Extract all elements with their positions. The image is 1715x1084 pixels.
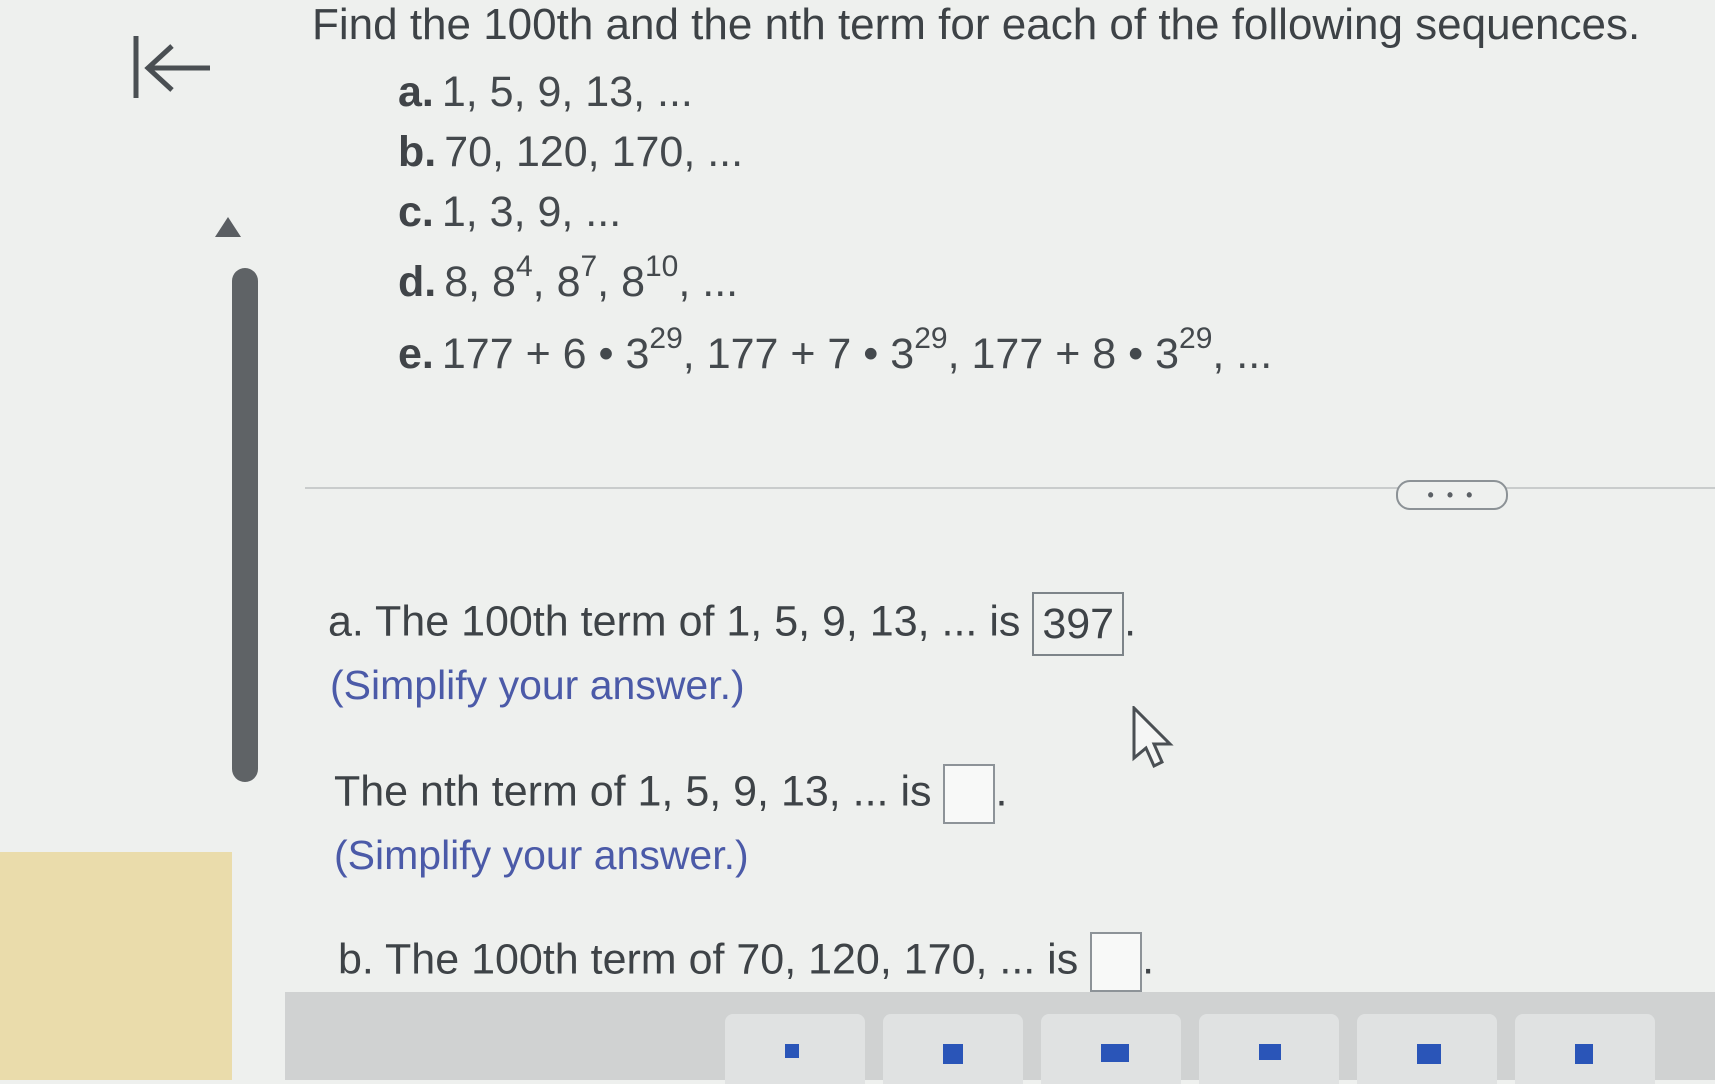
scrollbar[interactable] <box>232 268 258 782</box>
sequence-a: a. 1, 5, 9, 13, ... <box>398 68 693 116</box>
toolbar-glyph-5 <box>1417 1044 1441 1064</box>
sequence-b: b. 70, 120, 170, ... <box>398 128 744 176</box>
question-prompt: Find the 100th and the nth term for each… <box>312 0 1641 49</box>
toolbar-button-5[interactable] <box>1357 1014 1497 1084</box>
toolbar-button-2[interactable] <box>883 1014 1023 1084</box>
answer-a-nth-input[interactable] <box>943 764 996 824</box>
simplify-hint-a-100th: (Simplify your answer.) <box>330 662 745 708</box>
mouse-pointer-icon <box>1130 704 1176 775</box>
toolbar-button-4[interactable] <box>1199 1014 1339 1084</box>
answer-b-100th-input[interactable] <box>1090 932 1143 992</box>
toolbar-glyph-1 <box>785 1044 799 1058</box>
toolbar-glyph-2 <box>943 1044 963 1064</box>
toolbar-glyph-4 <box>1259 1044 1281 1060</box>
toolbar-glyph-6 <box>1575 1044 1593 1064</box>
toolbar-button-1[interactable] <box>725 1014 865 1084</box>
toolbar-button-3[interactable] <box>1041 1014 1181 1084</box>
more-options-button[interactable]: • • • <box>1396 480 1508 510</box>
simplify-hint-a-nth: (Simplify your answer.) <box>334 832 749 878</box>
toolbar-button-6[interactable] <box>1515 1014 1655 1084</box>
toolbar-glyph-3 <box>1101 1044 1129 1062</box>
sequence-d: d. 8, 84, 87, 810, ... <box>398 250 739 307</box>
sequence-c: c. 1, 3, 9, ... <box>398 188 622 236</box>
answer-a-100th: a. The 100th term of 1, 5, 9, 13, ... is… <box>328 592 1136 656</box>
sequence-e: e. 177 + 6 • 329, 177 + 7 • 329, 177 + 8 … <box>398 322 1273 379</box>
sticky-note <box>0 852 232 1080</box>
back-to-start-icon[interactable] <box>128 28 218 108</box>
answer-b-100th: b. The 100th term of 70, 120, 170, ... i… <box>338 932 1154 992</box>
triangle-up-icon[interactable] <box>213 215 243 239</box>
math-toolbar <box>285 992 1715 1084</box>
answer-a-100th-input[interactable]: 397 <box>1032 592 1125 656</box>
answer-a-nth: The nth term of 1, 5, 9, 13, ... is . <box>334 764 1007 824</box>
